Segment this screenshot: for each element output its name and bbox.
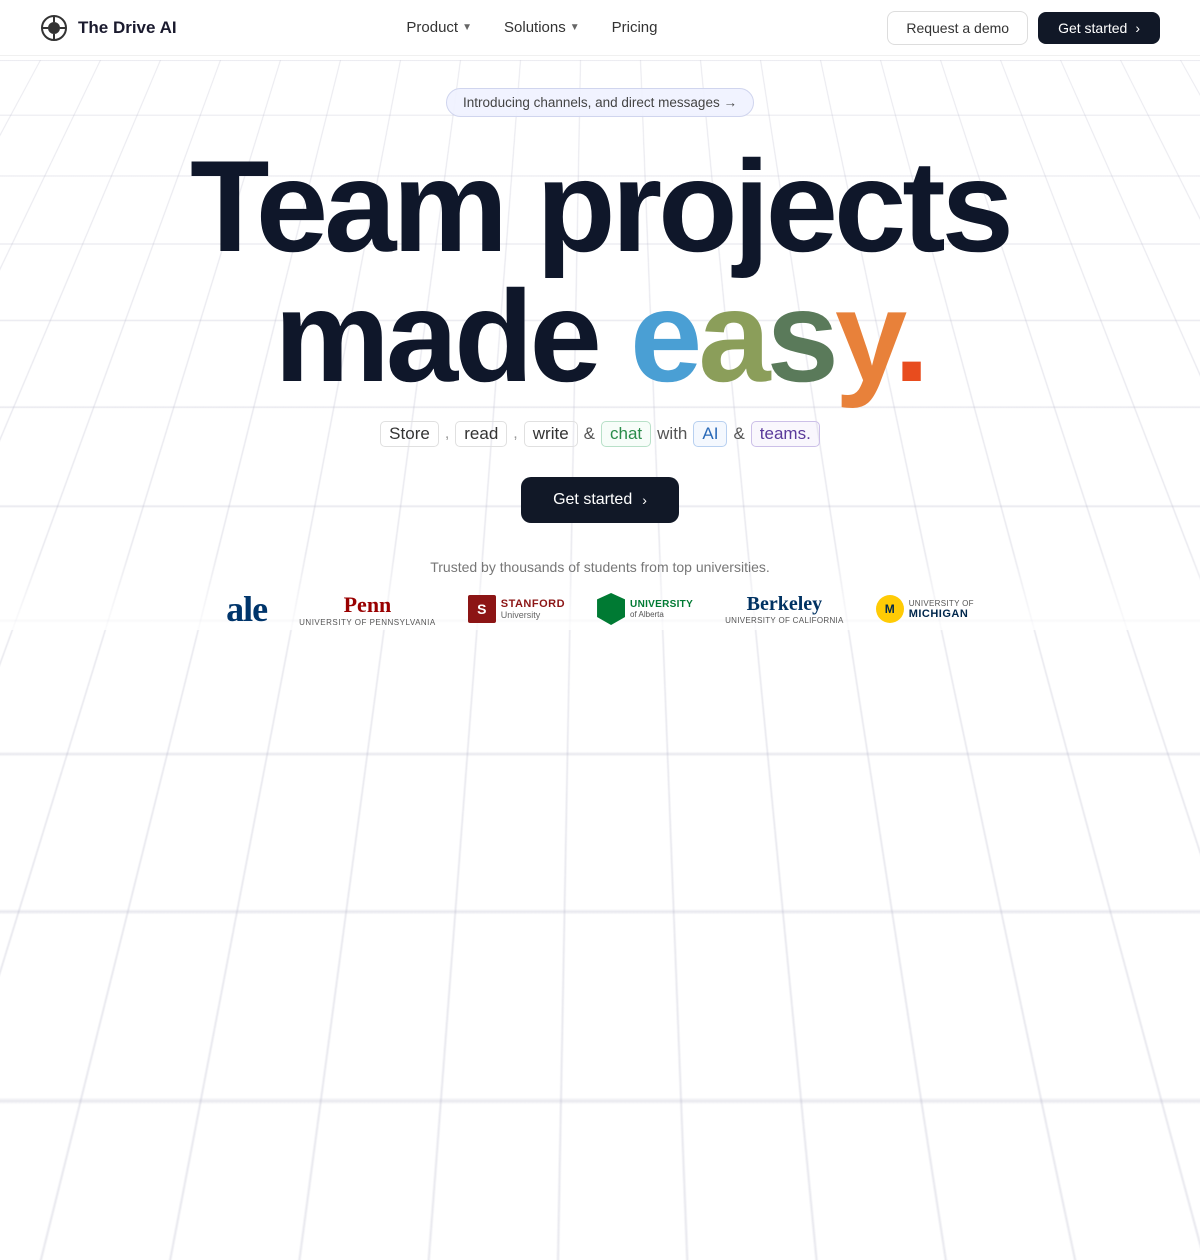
- get-started-main-label: Get started: [553, 491, 632, 509]
- nav-product[interactable]: Product ▼: [394, 13, 484, 42]
- logo-icon: [40, 14, 68, 42]
- yale-name: ale: [226, 588, 267, 630]
- stanford-text-group: Stanford University: [501, 598, 565, 620]
- logo[interactable]: The Drive AI: [40, 14, 177, 42]
- alberta-name: University: [630, 599, 693, 610]
- hero-line1: Team projects: [190, 141, 1010, 271]
- solutions-chevron-icon: ▼: [570, 22, 580, 33]
- michigan-name: Michigan: [909, 608, 974, 620]
- michigan-text-group: University of Michigan: [909, 599, 974, 620]
- stanford-name: Stanford: [501, 598, 565, 610]
- cta-section: Get started ›: [521, 477, 679, 523]
- word-easy: easy: [630, 263, 894, 409]
- hero-heading: Team projects made easy.: [190, 141, 1010, 401]
- tagline: Store , read , write & chat with AI & te…: [380, 421, 820, 447]
- sep1: ,: [445, 425, 449, 443]
- university-logos: ale Penn University of Pennsylvania S St…: [226, 591, 974, 627]
- nav-center: Product ▼ Solutions ▼ Pricing: [394, 13, 669, 42]
- product-chevron-icon: ▼: [462, 22, 472, 33]
- get-started-main-button[interactable]: Get started ›: [521, 477, 679, 523]
- nav-solutions[interactable]: Solutions ▼: [492, 13, 592, 42]
- tag-store: Store: [380, 421, 439, 447]
- michigan-icon: M: [876, 595, 904, 623]
- michigan-logo: M University of Michigan: [876, 591, 974, 627]
- tag-chat: chat: [601, 421, 651, 447]
- solutions-label: Solutions: [504, 19, 566, 36]
- tag-ai: AI: [693, 421, 727, 447]
- trusted-text: Trusted by thousands of students from to…: [430, 559, 770, 575]
- tag-amp1: &: [584, 424, 595, 444]
- navbar: The Drive AI Product ▼ Solutions ▼ Prici…: [0, 0, 1200, 56]
- tag-read: read: [455, 421, 507, 447]
- stanford-icon: S: [468, 595, 496, 623]
- letter-y: y: [835, 263, 894, 409]
- get-started-nav-label: Get started: [1058, 20, 1127, 36]
- hero-period: .: [894, 263, 926, 409]
- berkeley-name: Berkeley: [747, 593, 823, 616]
- announcement-banner[interactable]: Introducing channels, and direct message…: [446, 88, 754, 117]
- announcement-text: Introducing channels, and direct message…: [463, 95, 737, 110]
- pricing-label: Pricing: [612, 19, 658, 36]
- alberta-text-group: University of Alberta: [630, 599, 693, 619]
- michigan-prefix: University of: [909, 599, 974, 608]
- arrow-right-icon: ›: [1135, 20, 1140, 36]
- hero-line2: made easy.: [190, 271, 1010, 401]
- tag-with: with: [657, 424, 687, 444]
- sep2: ,: [513, 425, 517, 443]
- yale-logo: ale: [226, 591, 267, 627]
- alberta-sub: of Alberta: [630, 610, 693, 619]
- tag-write: write: [524, 421, 578, 447]
- stanford-sub: University: [501, 610, 565, 620]
- product-label: Product: [406, 19, 458, 36]
- berkeley-sub: University of California: [725, 616, 844, 625]
- word-made: made: [274, 263, 630, 409]
- berkeley-logo: Berkeley University of California: [725, 591, 844, 627]
- penn-name: Penn: [344, 592, 392, 618]
- nav-right: Request a demo Get started ›: [887, 11, 1160, 45]
- penn-logo: Penn University of Pennsylvania: [299, 591, 436, 627]
- letter-a: a: [698, 263, 766, 409]
- stanford-logo: S Stanford University: [468, 591, 565, 627]
- nav-pricing[interactable]: Pricing: [600, 13, 670, 42]
- get-started-nav-button[interactable]: Get started ›: [1038, 12, 1160, 44]
- penn-subtitle: University of Pennsylvania: [299, 618, 436, 627]
- cta-arrow-icon: ›: [642, 492, 647, 508]
- letter-e: e: [630, 263, 698, 409]
- tag-teams: teams.: [751, 421, 820, 447]
- main-content: Introducing channels, and direct message…: [0, 56, 1200, 523]
- logo-text: The Drive AI: [78, 18, 177, 38]
- alberta-shield-icon: [597, 593, 625, 625]
- tag-amp2: &: [733, 424, 744, 444]
- alberta-logo: University of Alberta: [597, 591, 693, 627]
- trusted-section: Trusted by thousands of students from to…: [0, 559, 1200, 647]
- letter-s: s: [767, 263, 835, 409]
- request-demo-button[interactable]: Request a demo: [887, 11, 1028, 45]
